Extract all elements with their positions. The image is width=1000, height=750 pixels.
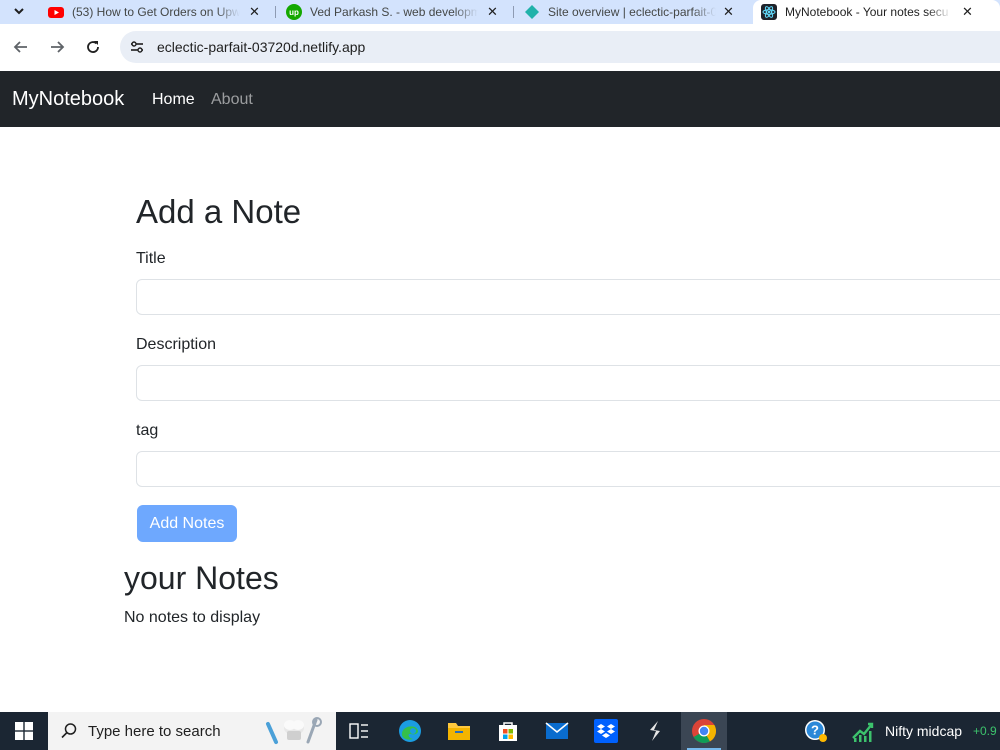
tag-input[interactable] [136,451,1000,487]
app-navbar: MyNotebook Home About [0,71,1000,127]
dropbox-icon [594,719,618,743]
url-text: eclectic-parfait-03720d.netlify.app [157,39,366,55]
tag-label: tag [136,422,159,439]
edge-icon [399,720,421,742]
microsoft-store-taskbar-button[interactable] [488,716,528,746]
reload-icon [87,41,99,53]
nav-link-about[interactable]: About [211,91,253,109]
windows-start-icon [15,722,33,740]
reload-button[interactable] [80,34,106,60]
file-explorer-icon [448,723,470,740]
tab-title: (53) How to Get Orders on Upw [72,5,240,19]
site-info-icon[interactable] [128,38,146,56]
navbar-brand[interactable]: MyNotebook [12,88,124,111]
tab-title: MyNotebook - Your notes secu [785,5,951,19]
arrow-right-icon [51,41,65,53]
browser-tab-youtube[interactable]: (53) How to Get Orders on Upw ✕ [48,0,273,24]
search-placeholder: Type here to search [88,723,221,740]
task-view-icon [349,723,368,739]
empty-notes-message: No notes to display [124,609,261,626]
windows-start-button[interactable] [0,712,48,750]
stock-widget-button[interactable] [848,716,878,746]
dropbox-taskbar-button[interactable] [586,716,626,746]
description-input[interactable] [136,365,1000,401]
nav-link-home[interactable]: Home [152,91,195,109]
tab-search-button[interactable] [6,0,32,22]
help-taskbar-button[interactable]: ? [796,716,836,746]
svg-text:?: ? [811,723,819,738]
tab-title: Site overview | eclectic-parfait-0 [548,5,716,19]
tab-divider [513,6,514,18]
microsoft-store-icon [499,722,517,741]
svg-text:up: up [289,8,299,17]
tab-title: Ved Parkash S. - web developm [310,5,478,19]
forward-button[interactable] [44,34,70,60]
search-highlight-icon [266,717,322,744]
add-note-heading: Add a Note [136,193,302,230]
browser-toolbar: eclectic-parfait-03720d.netlify.app [0,24,1000,70]
tab-divider [275,6,276,18]
react-icon [761,4,777,20]
sublime-icon [650,721,660,741]
address-bar[interactable]: eclectic-parfait-03720d.netlify.app [120,31,1000,63]
help-icon: ? [805,720,827,742]
ticker-label[interactable]: Nifty midcap [885,723,962,739]
stock-chart-icon [852,722,874,742]
your-notes-heading: your Notes [124,560,279,596]
taskbar-search-box[interactable]: Type here to search [48,712,336,750]
mail-icon [545,722,569,739]
netlify-icon [524,4,540,20]
add-notes-button[interactable]: Add Notes [137,505,237,542]
arrow-left-icon [13,41,27,53]
close-icon[interactable]: ✕ [487,4,498,20]
sublime-taskbar-button[interactable] [635,716,675,746]
mail-taskbar-button[interactable] [537,716,577,746]
youtube-icon [48,4,64,20]
upwork-icon: up [286,4,302,20]
browser-tab-strip: (53) How to Get Orders on Upw ✕ up Ved P… [0,0,1000,24]
back-button[interactable] [8,34,34,60]
windows-taskbar: Type here to search ? Nifty midcap +0.9 [0,712,1000,750]
title-input[interactable] [136,279,1000,315]
title-label: Title [136,250,166,267]
browser-tab-upwork[interactable]: up Ved Parkash S. - web developm ✕ [286,0,511,24]
description-label: Description [136,336,217,353]
close-icon[interactable]: ✕ [962,4,973,20]
file-explorer-taskbar-button[interactable] [439,716,479,746]
close-icon[interactable]: ✕ [723,4,734,20]
chevron-down-icon [14,8,24,15]
edge-taskbar-button[interactable] [390,716,430,746]
search-icon [61,723,77,739]
task-view-button[interactable] [339,716,379,746]
close-icon[interactable]: ✕ [249,4,260,20]
browser-tab-mynotebook[interactable]: MyNotebook - Your notes secu ✕ [753,0,1000,24]
ticker-value: +0.9 [973,724,997,738]
chrome-icon [692,719,717,744]
chrome-taskbar-button[interactable] [681,712,727,750]
browser-tab-netlify[interactable]: Site overview | eclectic-parfait-0 ✕ [524,0,749,24]
